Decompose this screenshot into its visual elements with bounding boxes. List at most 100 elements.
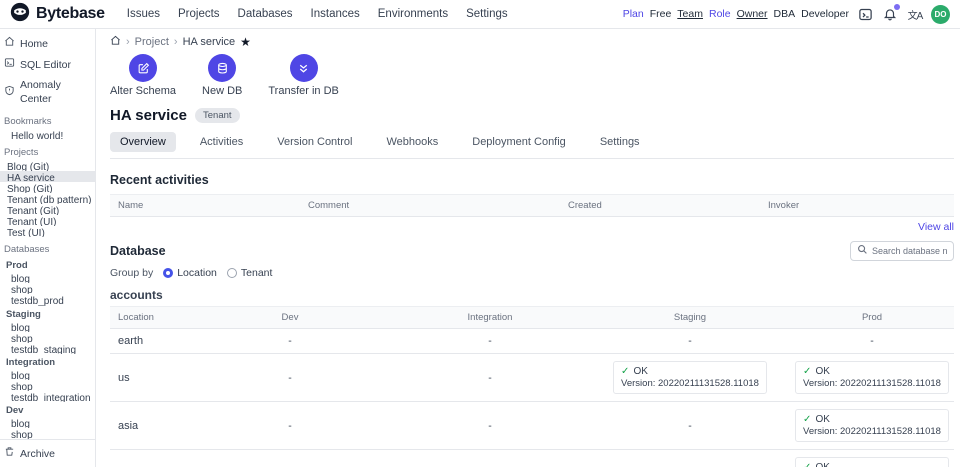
nav-settings[interactable]: Settings — [458, 4, 516, 24]
tab-overview[interactable]: Overview — [110, 132, 176, 152]
top-navbar: Bytebase Issues Projects Databases Insta… — [0, 0, 960, 29]
bookmark-item[interactable]: Hello world! — [0, 129, 95, 140]
sidebar-db-item[interactable]: shop — [0, 283, 95, 294]
sidebar-db-item[interactable]: testdb_integration — [0, 391, 95, 402]
column-header-dev: Dev — [190, 307, 390, 328]
location-cell[interactable]: asia — [110, 414, 190, 438]
search-database-input[interactable] — [872, 246, 947, 256]
sidebar-db-item[interactable]: shop — [0, 428, 95, 439]
db-cell-empty: - — [190, 331, 390, 351]
db-cell-status: ✓OK Version: 20220211131528.11018 — [790, 450, 954, 467]
sidebar-project-test-ui[interactable]: Test (UI) — [0, 226, 95, 237]
recent-activities-table: Name Comment Created Invoker — [110, 194, 954, 217]
sidebar-db-item[interactable]: testdb_staging — [0, 343, 95, 354]
sidebar-db-item[interactable]: blog — [0, 272, 95, 283]
tab-version-control[interactable]: Version Control — [267, 132, 362, 152]
sidebar-db-item[interactable]: testdb_prod — [0, 294, 95, 305]
user-avatar[interactable]: DO — [931, 5, 950, 24]
language-switch-icon[interactable]: 文A — [906, 5, 924, 23]
view-all-link[interactable]: View all — [110, 221, 954, 233]
database-status-card[interactable]: ✓OK Version: 20220211131528.11018 — [795, 409, 949, 442]
version-label: Version: 20220211131528.11018 — [621, 378, 759, 389]
accounts-header-row: Location Dev Integration Staging Prod — [110, 307, 954, 329]
quick-actions: Alter Schema New DB Transfer in DB — [110, 54, 954, 97]
env-label-dev: Dev — [0, 402, 95, 417]
sidebar-project-tenant-ui[interactable]: Tenant (UI) — [0, 215, 95, 226]
group-by-location-radio[interactable]: Location — [163, 267, 217, 279]
tab-deployment-config[interactable]: Deployment Config — [462, 132, 576, 152]
nav-databases[interactable]: Databases — [230, 4, 301, 24]
tab-activities[interactable]: Activities — [190, 132, 253, 152]
new-db-button[interactable]: New DB — [202, 54, 242, 97]
tab-webhooks[interactable]: Webhooks — [376, 132, 448, 152]
table-row-asia: asia - - - ✓OK Version: 20220211131528.1… — [110, 402, 954, 450]
database-status-card[interactable]: ✓OK Version: 20220211131528.11018 — [795, 457, 949, 467]
sidebar-project-tenant-git[interactable]: Tenant (Git) — [0, 204, 95, 215]
breadcrumb-separator — [174, 36, 178, 48]
sidebar-project-ha-service[interactable]: HA service — [0, 171, 95, 182]
location-cell[interactable]: europe — [110, 462, 190, 467]
favorite-star-icon[interactable]: ★ — [240, 37, 251, 47]
sidebar-db-item[interactable]: shop — [0, 332, 95, 343]
sidebar-project-tenant-db-pattern[interactable]: Tenant (db pattern) — [0, 193, 95, 204]
tab-settings[interactable]: Settings — [590, 132, 650, 152]
env-label-staging: Staging — [0, 306, 95, 321]
role-developer[interactable]: Developer — [801, 8, 849, 20]
accounts-table-title: accounts — [110, 288, 954, 302]
group-by-tenant-radio[interactable]: Tenant — [227, 267, 273, 279]
sidebar-item-home[interactable]: Home — [0, 33, 95, 54]
sidebar-item-archive[interactable]: Archive — [0, 440, 95, 467]
column-header-invoker: Invoker — [760, 195, 954, 216]
nav-issues[interactable]: Issues — [119, 4, 168, 24]
sidebar-item-anomaly-center[interactable]: Anomaly Center — [0, 75, 95, 109]
tab-bar: Overview Activities Version Control Webh… — [110, 132, 954, 159]
nav-instances[interactable]: Instances — [303, 4, 368, 24]
sidebar-db-item[interactable]: shop — [0, 380, 95, 391]
breadcrumb-project[interactable]: Project — [135, 36, 169, 48]
bytebase-logo[interactable]: Bytebase — [10, 2, 105, 27]
check-icon: ✓ — [803, 414, 811, 425]
plan-team-link[interactable]: Team — [677, 8, 703, 20]
alter-schema-button[interactable]: Alter Schema — [110, 54, 176, 97]
db-cell-status: ✓OK Version: 20220211131528.11018 — [790, 354, 954, 401]
database-search[interactable] — [850, 241, 954, 261]
location-cell[interactable]: us — [110, 366, 190, 390]
nav-projects[interactable]: Projects — [170, 4, 228, 24]
db-cell-empty: - — [590, 464, 790, 467]
role-owner-link[interactable]: Owner — [737, 8, 768, 20]
notifications-bell-icon[interactable] — [881, 5, 899, 23]
database-section-header: Database — [110, 241, 954, 261]
role-dba[interactable]: DBA — [774, 8, 796, 20]
sidebar-project-blog-git[interactable]: Blog (Git) — [0, 160, 95, 171]
sidebar-item-label: Anomaly Center — [20, 78, 91, 106]
check-icon: ✓ — [803, 366, 811, 377]
sidebar-db-item[interactable]: blog — [0, 369, 95, 380]
breadcrumb-home-icon[interactable] — [110, 35, 121, 49]
check-icon: ✓ — [621, 366, 629, 377]
sidebar-item-label: SQL Editor — [20, 58, 71, 72]
sidebar-db-item[interactable]: blog — [0, 321, 95, 332]
command-bar-icon[interactable] — [856, 5, 874, 23]
main-content: Project HA service ★ Alter Schema New DB — [96, 29, 960, 467]
db-cell-status: ✓OK Version: 20220211131528.11018 — [790, 402, 954, 449]
home-icon — [4, 36, 15, 51]
breadcrumb-current: HA service — [183, 36, 236, 48]
database-section-title: Database — [110, 244, 166, 258]
database-status-card[interactable]: ✓OK Version: 20220211131528.11018 — [613, 361, 767, 394]
transfer-in-db-button[interactable]: Transfer in DB — [268, 54, 339, 97]
archive-icon — [4, 446, 15, 461]
column-header-name: Name — [110, 195, 300, 216]
location-cell[interactable]: earth — [110, 329, 190, 353]
nav-environments[interactable]: Environments — [370, 4, 456, 24]
database-status-card[interactable]: ✓OK Version: 20220211131528.11018 — [795, 361, 949, 394]
db-cell-empty: - — [590, 416, 790, 436]
sidebar-item-label: Home — [20, 37, 48, 51]
sidebar-item-sql-editor[interactable]: SQL Editor — [0, 54, 95, 75]
table-row-europe: europe - - - ✓OK Version: 20220211131528… — [110, 450, 954, 467]
db-cell-empty: - — [390, 331, 590, 351]
sidebar-project-shop-git[interactable]: Shop (Git) — [0, 182, 95, 193]
radio-selected-icon — [163, 268, 173, 278]
radio-label: Tenant — [241, 267, 273, 279]
sidebar-db-item[interactable]: blog — [0, 417, 95, 428]
brand-name: Bytebase — [36, 5, 105, 23]
